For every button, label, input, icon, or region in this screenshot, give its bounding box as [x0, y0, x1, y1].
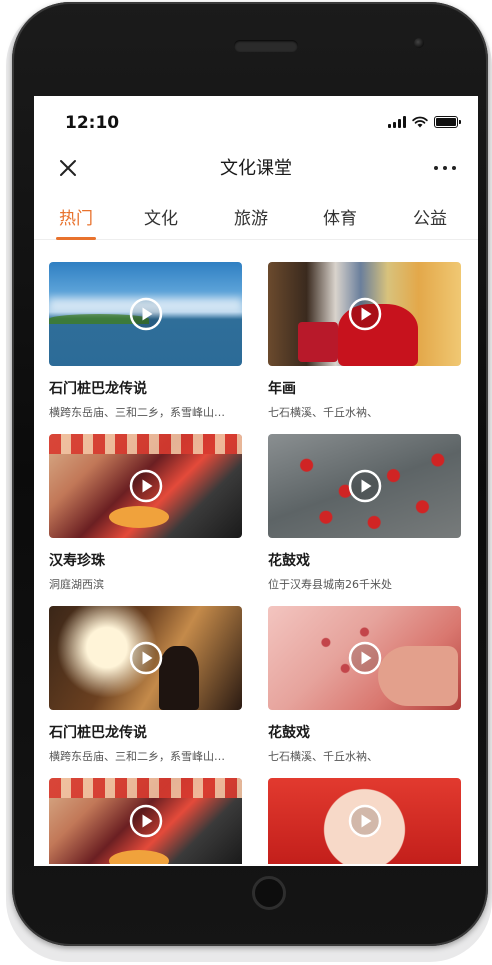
status-time: 12:10: [65, 113, 120, 133]
page-title: 文化课堂: [220, 158, 292, 179]
video-thumbnail[interactable]: [49, 434, 242, 538]
earpiece: [234, 40, 298, 52]
tab-label: 文化: [144, 209, 178, 229]
video-thumbnail[interactable]: [49, 262, 242, 366]
video-card[interactable]: 年画 七石横溪、千丘水衲、: [268, 262, 461, 420]
tab-active-indicator: [56, 237, 96, 240]
video-card[interactable]: 石门桩巴龙传说 横跨东岳庙、三和二乡，系雪峰山…: [49, 262, 242, 420]
play-icon[interactable]: [129, 297, 163, 331]
video-card[interactable]: 汉寿珍珠 洞庭湖西滨: [49, 434, 242, 592]
tab-travel[interactable]: 旅游: [221, 204, 281, 240]
video-card[interactable]: 花鼓戏 位于汉寿县城南26千米处: [268, 434, 461, 592]
video-thumbnail[interactable]: [49, 606, 242, 710]
tab-label: 体育: [323, 209, 357, 229]
tab-label: 旅游: [234, 209, 268, 229]
card-title: 石门桩巴龙传说: [49, 381, 147, 397]
card-subtitle: 横跨东岳庙、三和二乡，系雪峰山…: [49, 750, 225, 763]
tab-culture[interactable]: 文化: [131, 204, 191, 240]
card-subtitle: 横跨东岳庙、三和二乡，系雪峰山…: [49, 406, 225, 419]
signal-icon: [388, 116, 406, 128]
front-camera: [414, 38, 424, 48]
card-subtitle: 七石横溪、千丘水衲、: [268, 750, 378, 763]
play-icon[interactable]: [129, 804, 163, 838]
battery-icon: [434, 116, 461, 128]
card-subtitle: 位于汉寿县城南26千米处: [268, 578, 392, 591]
play-icon[interactable]: [348, 469, 382, 503]
video-card[interactable]: [268, 778, 461, 864]
more-icon[interactable]: [434, 158, 456, 178]
app-screen: 12:10 文化课堂 热门 文化 旅游 体育 公益 石门桩巴龙传说 横跨东岳庙、…: [34, 96, 478, 866]
status-icons: [388, 116, 461, 128]
card-title: 石门桩巴龙传说: [49, 725, 147, 741]
video-thumbnail[interactable]: [49, 778, 242, 864]
nav-bar: 文化课堂: [34, 146, 478, 190]
play-icon[interactable]: [348, 804, 382, 838]
home-button[interactable]: [252, 876, 286, 910]
category-tabs: 热门 文化 旅游 体育 公益: [34, 196, 478, 240]
video-thumbnail[interactable]: [268, 262, 461, 366]
video-card[interactable]: 花鼓戏 七石横溪、千丘水衲、: [268, 606, 461, 764]
tab-label: 热门: [59, 209, 93, 229]
video-card[interactable]: 石门桩巴龙传说 横跨东岳庙、三和二乡，系雪峰山…: [49, 606, 242, 764]
card-title: 年画: [268, 381, 296, 397]
play-icon[interactable]: [129, 469, 163, 503]
video-card[interactable]: [49, 778, 242, 864]
video-thumbnail[interactable]: [268, 606, 461, 710]
card-title: 汉寿珍珠: [49, 553, 105, 569]
tab-charity[interactable]: 公益: [400, 204, 460, 240]
card-title: 花鼓戏: [268, 553, 310, 569]
tab-sports[interactable]: 体育: [310, 204, 370, 240]
play-icon[interactable]: [129, 641, 163, 675]
wifi-icon: [412, 116, 428, 128]
tab-label: 公益: [413, 209, 447, 229]
video-thumbnail[interactable]: [268, 778, 461, 864]
card-subtitle: 洞庭湖西滨: [49, 578, 104, 591]
status-bar: 12:10: [34, 96, 478, 146]
card-title: 花鼓戏: [268, 725, 310, 741]
play-icon[interactable]: [348, 297, 382, 331]
card-subtitle: 七石横溪、千丘水衲、: [268, 406, 378, 419]
video-thumbnail[interactable]: [268, 434, 461, 538]
play-icon[interactable]: [348, 641, 382, 675]
tab-hot[interactable]: 热门: [46, 204, 106, 240]
